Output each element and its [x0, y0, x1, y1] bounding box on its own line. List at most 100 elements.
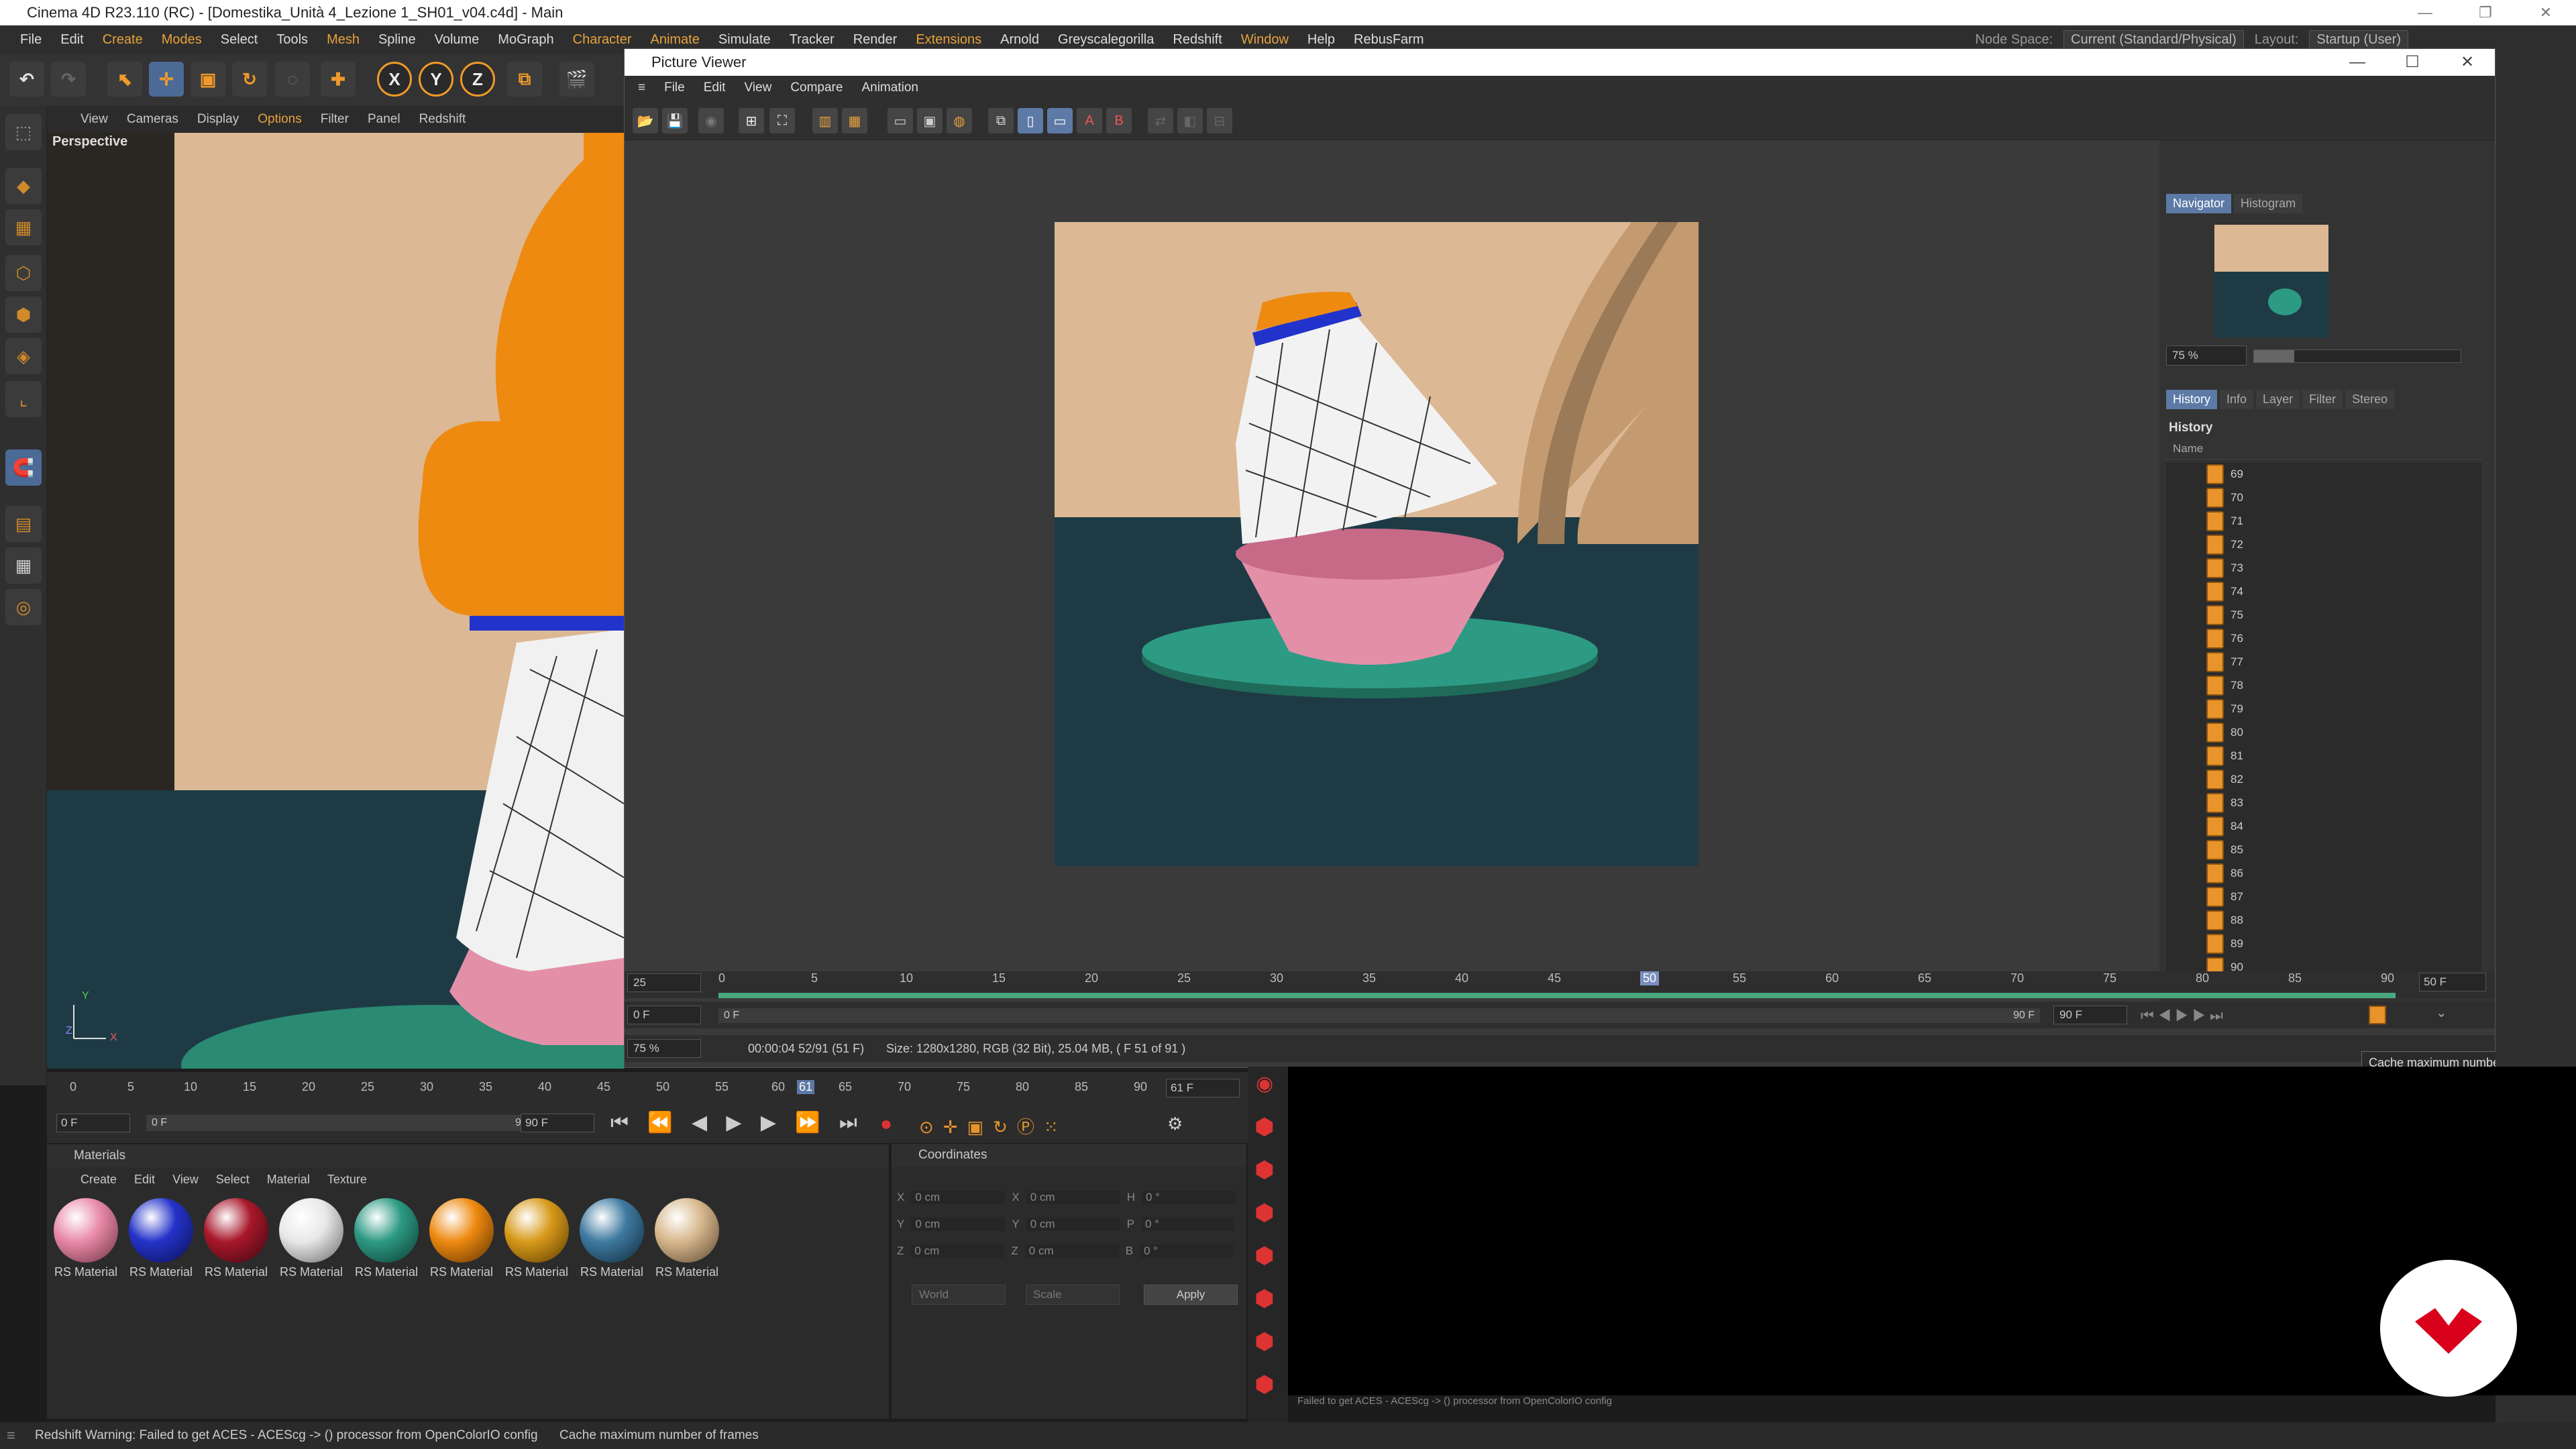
pos-z-field[interactable]: 0 cm	[910, 1244, 1005, 1258]
pv-start-field[interactable]: 25	[627, 973, 701, 992]
grid-icon[interactable]: ▦	[5, 547, 42, 584]
pv-hamburger-icon[interactable]: ≡	[638, 76, 645, 100]
pv-timeline-current-marker[interactable]: 50	[1640, 971, 1660, 985]
pv-menu-compare[interactable]: Compare	[790, 76, 843, 100]
navigator-thumbnail[interactable]	[2214, 225, 2328, 337]
materials-menu-view[interactable]: View	[172, 1167, 199, 1191]
materials-menu-texture[interactable]: Texture	[327, 1167, 367, 1191]
material-swatch[interactable]: RS Material	[425, 1198, 498, 1279]
current-frame-field[interactable]: 61 F	[1166, 1079, 1240, 1097]
cache-frames-icon[interactable]	[2369, 1006, 2386, 1024]
menu-volume[interactable]: Volume	[425, 25, 489, 54]
restore-icon[interactable]: ❐	[2455, 0, 2516, 25]
history-row[interactable]: 71	[2166, 509, 2481, 533]
rs-object-icon[interactable]: ⬢	[1254, 1114, 1275, 1140]
compare-icon[interactable]: ⧉	[988, 108, 1014, 133]
swap-ab-icon[interactable]: ⇄	[1148, 108, 1173, 133]
edges-mode-icon[interactable]: ⬢	[5, 297, 42, 333]
points-mode-icon[interactable]: ⬡	[5, 255, 42, 291]
transport-controls[interactable]: ⏮ ⏪ ◀ ▶ ▶ ⏩ ⏭	[610, 1111, 864, 1134]
material-swatch[interactable]: RS Material	[125, 1198, 197, 1279]
viewport-menu-cameras[interactable]: Cameras	[127, 106, 178, 133]
apply-button[interactable]: Apply	[1144, 1285, 1238, 1305]
pv-close-icon[interactable]: ✕	[2440, 49, 2495, 76]
polygons-mode-icon[interactable]: ◈	[5, 338, 42, 374]
history-row[interactable]: 86	[2166, 861, 2481, 885]
pos-y-field[interactable]: 0 cm	[911, 1218, 1006, 1231]
tab-info[interactable]: Info	[2220, 390, 2254, 409]
menu-file[interactable]: File	[11, 25, 51, 54]
menu-tools[interactable]: Tools	[267, 25, 317, 54]
statusbar-menu-icon[interactable]: ≡	[7, 1422, 15, 1449]
rs-render-view-icon[interactable]: ⬢	[1254, 1371, 1275, 1398]
node-space-select[interactable]: Current (Standard/Physical)	[2063, 30, 2244, 49]
material-swatch[interactable]: RS Material	[200, 1198, 272, 1279]
texture-mode-icon[interactable]: ▦	[5, 209, 42, 246]
pos-x-field[interactable]: 0 cm	[911, 1191, 1006, 1204]
perspective-viewport[interactable]: Y X Z	[47, 133, 624, 1069]
history-row[interactable]: 82	[2166, 767, 2481, 791]
coordinate-system-icon[interactable]: ⧉	[507, 62, 542, 97]
tab-histogram[interactable]: Histogram	[2234, 194, 2303, 213]
rs-light-icon[interactable]: ⬢	[1254, 1157, 1275, 1183]
history-row[interactable]: 76	[2166, 627, 2481, 650]
menu-modes[interactable]: Modes	[152, 25, 211, 54]
zoom-slider[interactable]	[2253, 350, 2461, 363]
keyframe-tools[interactable]: ⊙✛▣↻Ⓟ⁙	[919, 1114, 1068, 1138]
viewport-menu-display[interactable]: Display	[197, 106, 239, 133]
set-a-icon[interactable]: A	[1077, 108, 1102, 133]
record-icon[interactable]: ⏺	[881, 1114, 891, 1136]
stop-render-icon[interactable]: ◉	[698, 108, 724, 133]
pv-range-start-field[interactable]: 0 F	[627, 1006, 701, 1024]
history-row[interactable]: 89	[2166, 932, 2481, 955]
pv-menu-view[interactable]: View	[744, 76, 771, 100]
rot-b-field[interactable]: 0 °	[1140, 1244, 1234, 1258]
model-mode-icon[interactable]: ◆	[5, 168, 42, 204]
axis-mode-icon[interactable]: ⌞	[5, 381, 42, 417]
layers-icon[interactable]: ▦	[842, 108, 867, 133]
pv-menu-file[interactable]: File	[664, 76, 685, 100]
history-row[interactable]: 84	[2166, 814, 2481, 838]
history-row[interactable]: 79	[2166, 697, 2481, 720]
history-row[interactable]: 88	[2166, 908, 2481, 932]
viewport-menu-panel[interactable]: Panel	[368, 106, 400, 133]
pv-maximize-icon[interactable]: ☐	[2385, 49, 2440, 76]
timeline-start-field[interactable]: 0 F	[56, 1114, 130, 1132]
viewport-menu-redshift[interactable]: Redshift	[419, 106, 466, 133]
material-swatch[interactable]: RS Material	[275, 1198, 347, 1279]
workplane-icon[interactable]: ▤	[5, 506, 42, 542]
menu-edit[interactable]: Edit	[51, 25, 93, 54]
viewport-menu-options[interactable]: Options	[258, 106, 301, 133]
split-horizontal-icon[interactable]: ▭	[1047, 108, 1073, 133]
pv-current-frame-field[interactable]: 50 F	[2419, 973, 2486, 991]
pv-menu-animation[interactable]: Animation	[861, 76, 918, 100]
undo-icon[interactable]: ↶	[9, 62, 44, 97]
interactive-render-icon[interactable]: ◍	[947, 108, 972, 133]
coordinate-space-select[interactable]: World	[912, 1285, 1006, 1305]
menu-mograph[interactable]: MoGraph	[488, 25, 563, 54]
tab-filter[interactable]: Filter	[2302, 390, 2343, 409]
pv-range-end-field[interactable]: 90 F	[2053, 1006, 2127, 1024]
tab-layer[interactable]: Layer	[2256, 390, 2300, 409]
save-icon[interactable]: 💾	[662, 108, 688, 133]
material-swatch[interactable]: RS Material	[651, 1198, 723, 1279]
material-swatch[interactable]: RS Material	[350, 1198, 423, 1279]
history-row[interactable]: 81	[2166, 744, 2481, 767]
history-row[interactable]: 80	[2166, 720, 2481, 744]
material-swatch[interactable]: RS Material	[50, 1198, 122, 1279]
history-row[interactable]: 87	[2166, 885, 2481, 908]
tab-history[interactable]: History	[2166, 390, 2218, 409]
solo-icon[interactable]: ◎	[5, 589, 42, 625]
menu-create[interactable]: Create	[93, 25, 152, 54]
close-icon[interactable]: ✕	[2516, 0, 2576, 25]
size-y-field[interactable]: 0 cm	[1026, 1218, 1120, 1231]
menu-mesh[interactable]: Mesh	[317, 25, 369, 54]
rot-h-field[interactable]: 0 °	[1141, 1191, 1236, 1204]
history-row[interactable]: 74	[2166, 580, 2481, 603]
pv-playback-controls[interactable]: ⏮ ◀ ▶ ▶ ⏭	[2141, 1007, 2223, 1024]
history-row[interactable]: 69	[2166, 462, 2481, 486]
materials-menu-material[interactable]: Material	[267, 1167, 310, 1191]
text-overlay-icon[interactable]: ⊟	[1207, 108, 1232, 133]
move-icon[interactable]: ✛	[149, 62, 184, 97]
main-timeline-ruler[interactable]: 0 5 10 15 20 25 30 35 40 45 50 55 60 61 …	[47, 1072, 1248, 1106]
